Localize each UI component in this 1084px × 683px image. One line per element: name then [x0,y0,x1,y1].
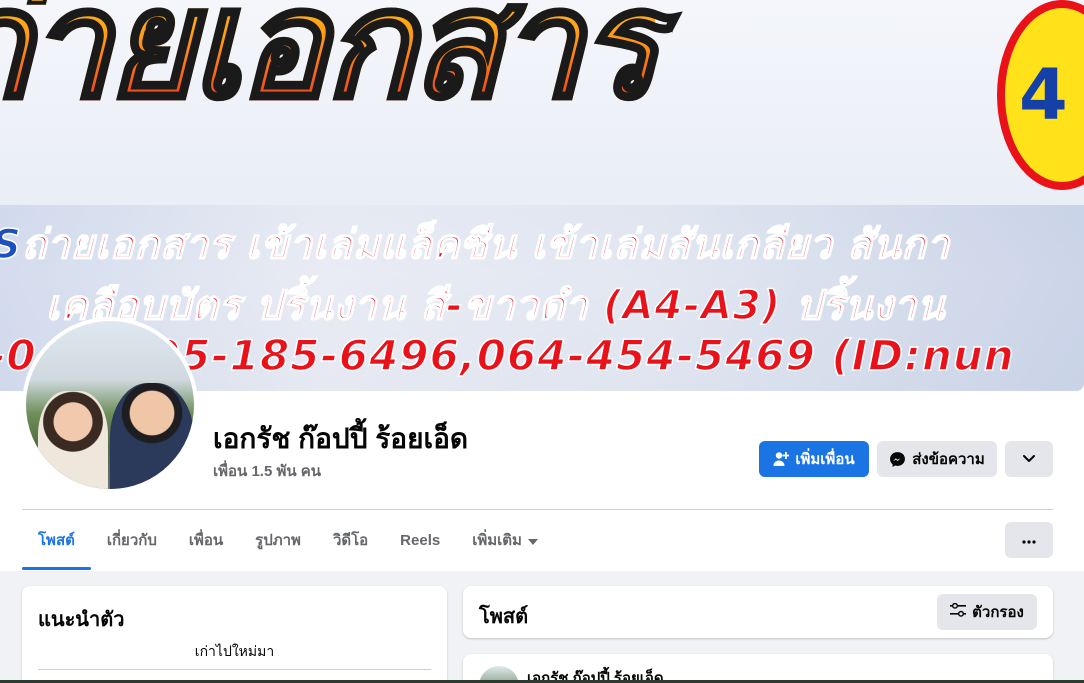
cover-services-line-2: เคลือบบัตร ปริ้นงาน สี-ขาวดำ (A4-A3) ปริ… [45,282,946,330]
tab-label: เกี่ยวกับ [106,532,157,549]
ellipsis-icon [1022,531,1036,549]
tab-label: โพสต์ [38,532,75,549]
header-divider [22,509,1053,510]
tab-videos[interactable]: วิดีโอ [317,511,384,569]
posts-header-card: โพสต์ ตัวกรอง [463,586,1053,638]
tab-about[interactable]: เกี่ยวกับ [91,511,173,569]
cover-badge-text: 4 [1019,54,1068,136]
profile-name: เอกรัช ก๊อปปี้ ร้อยเอ็ด [213,423,469,454]
profile-options-button[interactable] [1005,441,1053,477]
cover-badge: 4 [997,0,1084,190]
friend-count[interactable]: เพื่อน 1.5 พัน คน [213,459,321,483]
cover-services-line-1: Sถ่ายเอกสาร เข้าเล่มแล็คซีน เข้าเล่มสันเ… [0,212,950,276]
cover-letter: S [0,221,22,269]
intro-divider [38,669,431,670]
avatar [26,321,194,489]
post-card: เอกรัช ก๊อปปี้ ร้อยเอ็ด [463,654,1053,683]
message-button[interactable]: ส่งข้อความ [877,441,997,477]
tab-label: เพื่อน [188,532,224,549]
message-label: ส่งข้อความ [912,451,985,468]
more-options-button[interactable] [1005,522,1053,558]
cover-headline: ถ่ายเอกสาร [0,0,661,122]
cover-photo[interactable]: ถ่ายเอกสาร Sถ่ายเอกสาร เข้าเล่มแล็คซีน เ… [0,0,1084,391]
profile-picture[interactable] [22,317,198,493]
avatar-person-right [110,383,194,489]
tab-photos[interactable]: รูปภาพ [239,511,317,569]
chevron-down-icon [1023,455,1035,463]
profile-header: ถ่ายเอกสาร Sถ่ายเอกสาร เข้าเล่มแล็คซีน เ… [0,0,1084,571]
tab-label: Reels [400,531,441,549]
add-friend-icon [773,451,790,467]
avatar-person-left [38,391,108,489]
tab-label: รูปภาพ [255,532,301,549]
filter-label: ตัวกรอง [972,604,1024,621]
cover-services-text-1: ถ่ายเอกสาร เข้าเล่มแล็คซีน เข้าเล่มสันเก… [21,221,951,269]
filter-icon [950,602,967,621]
messenger-icon [889,451,906,468]
tab-label: วิดีโอ [332,532,369,549]
intro-title: แนะนำตัว [38,609,125,631]
tab-friends[interactable]: เพื่อน [173,511,239,569]
add-friend-button[interactable]: เพิ่มเพื่อน [759,441,869,477]
tab-more[interactable]: เพิ่มเติม [456,511,554,569]
intro-card: แนะนำตัว เก่าไปใหม่มา [22,586,447,683]
intro-bio: เก่าไปใหม่มา [194,643,275,659]
tab-posts[interactable]: โพสต์ [22,511,91,570]
caret-down-icon [527,532,538,549]
tab-label: เพิ่มเติม [472,532,522,549]
add-friend-label: เพิ่มเพื่อน [795,451,855,468]
filter-button[interactable]: ตัวกรอง [937,594,1037,630]
tab-reels[interactable]: Reels [384,511,456,569]
profile-tabs: โพสต์ เกี่ยวกับ เพื่อน รูปภาพ วิดีโอ Ree… [22,511,554,570]
posts-title: โพสต์ [479,606,529,628]
